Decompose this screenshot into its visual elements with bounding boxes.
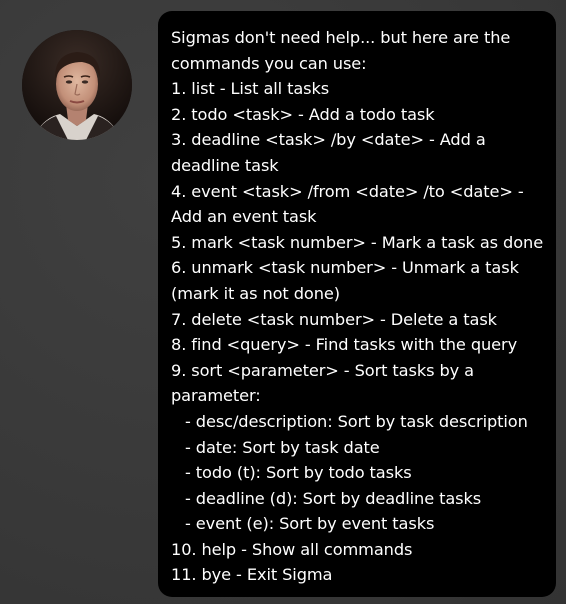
message-line: Sigmas don't need help... but here are t… <box>171 28 511 47</box>
sort-option-item: - desc/description: Sort by task descrip… <box>185 411 528 431</box>
chat-window: Sigmas don't need help... but here are t… <box>0 0 566 604</box>
command-list-item: 7. delete <task number> - Delete a task <box>171 309 497 329</box>
sort-option-item: - deadline (d): Sort by deadline tasks <box>185 488 482 508</box>
sort-option-item: - event (e): Sort by event tasks <box>185 514 435 534</box>
command-list-item: 3. deadline <task> /by <date> - Add a <box>171 130 486 150</box>
command-list-item: 8. find <query> - Find tasks with the qu… <box>171 335 518 355</box>
command-list-item: 11. bye - Exit Sigma <box>171 565 333 585</box>
sort-option-item: - todo (t): Sort by todo tasks <box>185 463 412 483</box>
command-list-item: 10. help - Show all commands <box>171 539 413 559</box>
message-bubble: Sigmas don't need help... but here are t… <box>158 11 556 597</box>
command-list-item: 4. event <task> /from <date> /to <date> … <box>171 181 524 201</box>
user-avatar-icon <box>22 30 132 140</box>
sort-option-item: - date: Sort by task date <box>185 437 380 457</box>
dialog-box: Sigmas don't need help... but here are t… <box>0 0 566 604</box>
command-list-item: 2. todo <task> - Add a todo task <box>171 104 435 124</box>
command-list-item: 6. unmark <task number> - Unmark a task <box>171 258 519 278</box>
command-list-item: deadline task <box>171 155 279 175</box>
command-list-item: 1. list - List all tasks <box>171 79 330 99</box>
command-list-item: 9. sort <parameter> - Sort tasks by a <box>171 360 474 380</box>
command-list-item: Add an event task <box>171 207 317 227</box>
command-list-item: parameter: <box>171 386 261 406</box>
message-line: commands you can use: <box>171 53 367 73</box>
command-list-item: (mark it as not done) <box>171 283 340 303</box>
command-list-item: 5. mark <task number> - Mark a task as d… <box>171 232 544 252</box>
